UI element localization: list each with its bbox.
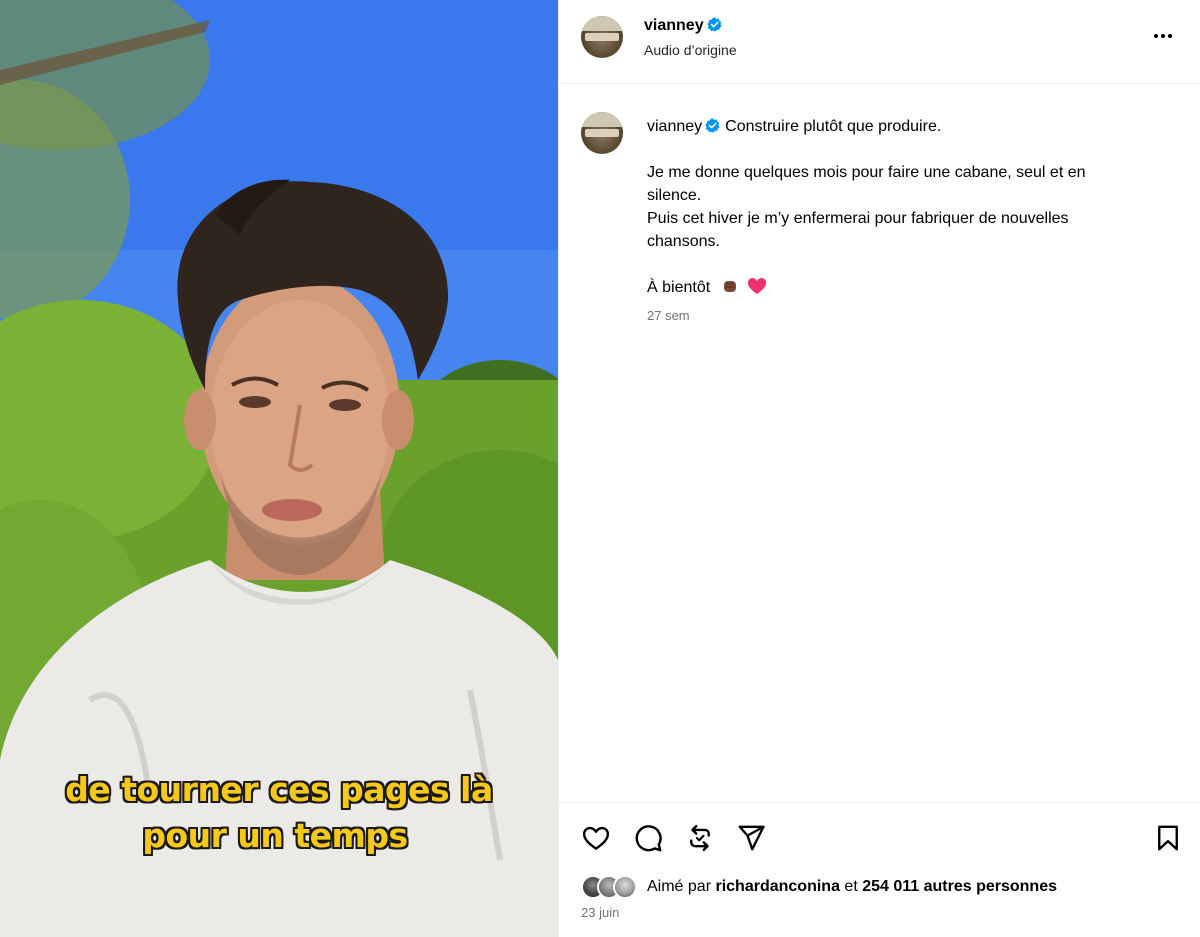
caption-time-ago[interactable]: 27 sem (647, 308, 690, 323)
video-player[interactable]: de tourner ces pages là pour un temps (0, 0, 558, 937)
likes-count-link[interactable]: 254 011 autres personnes (862, 878, 1057, 895)
comment-icon[interactable] (633, 823, 663, 853)
caption-line: chansons. (647, 233, 720, 250)
verified-badge-icon (706, 17, 722, 32)
author-username[interactable]: vianney (644, 17, 704, 34)
verified-badge-icon (705, 118, 720, 133)
heart-emoji-icon (748, 278, 767, 294)
post-date[interactable]: 23 juin (581, 905, 619, 920)
heart-icon[interactable] (581, 823, 611, 853)
instagram-post: de tourner ces pages là pour un temps vi… (0, 0, 1200, 937)
likes-text: Aimé par richardanconina et 254 011 autr… (647, 878, 1057, 896)
share-icon[interactable] (736, 823, 766, 853)
liker-avatar (613, 875, 637, 899)
caption-line: Construire plutôt que produire. (725, 118, 942, 135)
likes-summary: Aimé par richardanconina et 254 011 autr… (581, 873, 1057, 901)
author-name-row: vianney (644, 17, 722, 35)
post-details-panel: vianney Audio d’origine vianney Construir… (558, 0, 1200, 937)
author-avatar[interactable] (581, 16, 623, 58)
caption-author-avatar[interactable] (581, 112, 623, 154)
likes-middle: et (844, 878, 858, 895)
caption-line: silence. (647, 187, 702, 204)
fist-emoji-icon (723, 281, 736, 292)
liker-username[interactable]: richardanconina (715, 878, 839, 895)
bookmark-icon[interactable] (1153, 823, 1183, 853)
caption-line: Je me donne quelques mois pour faire une… (647, 164, 1086, 181)
post-header: vianney Audio d’origine (559, 0, 1200, 84)
caption-line: Puis cet hiver je m’y enfermerai pour fa… (647, 210, 1069, 227)
caption-line: À bientôt (647, 279, 711, 296)
caption-text: vianney Construire plutôt que produire. J… (647, 115, 1147, 299)
post-actions-bar: Aimé par richardanconina et 254 011 autr… (559, 802, 1200, 937)
repost-icon[interactable] (685, 823, 715, 853)
more-horizontal-icon[interactable] (1151, 24, 1175, 48)
audio-link[interactable]: Audio d’origine (644, 42, 737, 58)
likes-prefix: Aimé par (647, 878, 712, 895)
caption-username[interactable]: vianney (647, 118, 702, 135)
video-subtitle-line: de tourner ces pages là (65, 770, 493, 809)
video-subtitle-line: pour un temps (142, 816, 408, 855)
